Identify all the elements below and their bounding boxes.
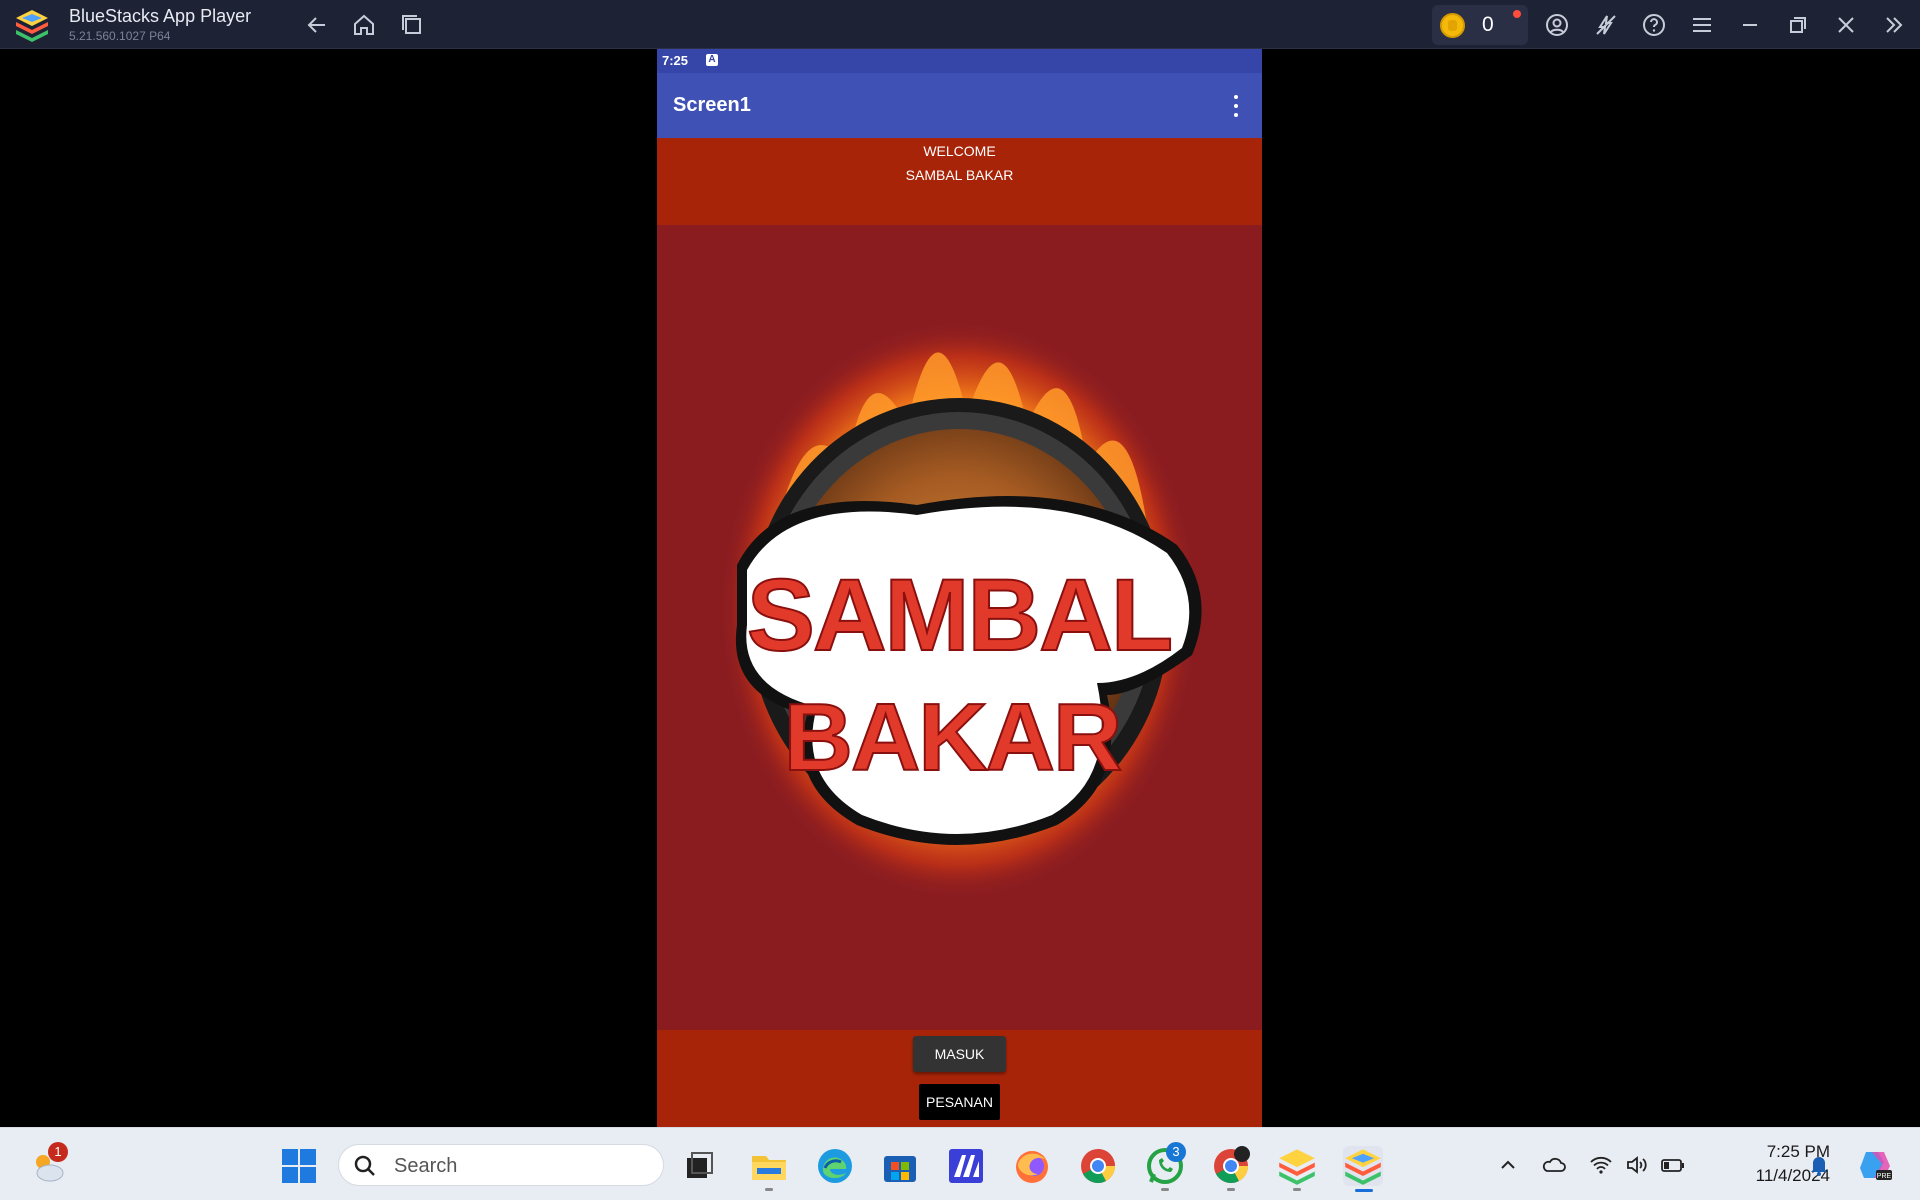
pesanan-button[interactable]: PESANAN — [919, 1084, 1000, 1120]
close-icon — [1838, 17, 1854, 33]
whatsapp-button[interactable]: 3 — [1145, 1142, 1186, 1191]
taskbar-search-input[interactable]: Search — [338, 1144, 664, 1186]
file-explorer-button[interactable] — [749, 1146, 789, 1191]
brand-label: SAMBAL BAKAR — [905, 167, 1014, 183]
app-bar: Screen1 — [657, 73, 1262, 138]
edge-button[interactable] — [815, 1146, 855, 1186]
running-indicator — [765, 1188, 773, 1191]
battery-icon — [1661, 1159, 1684, 1172]
eco-mode-icon — [1596, 15, 1616, 35]
app-button[interactable] — [946, 1146, 986, 1186]
app-title: BlueStacks App Player — [69, 6, 252, 26]
app-icon — [949, 1149, 983, 1183]
search-icon — [354, 1155, 375, 1176]
welcome-label: WELCOME — [923, 143, 996, 159]
ms-store-button[interactable] — [880, 1146, 920, 1186]
copilot-button[interactable]: PRE — [1856, 1146, 1894, 1184]
volume-icon — [1627, 1156, 1647, 1174]
chrome-button[interactable] — [1078, 1146, 1118, 1186]
chevron-up-icon — [1501, 1160, 1515, 1169]
cloud-icon — [1542, 1157, 1566, 1172]
notification-a-icon: A — [706, 54, 718, 66]
restore-button[interactable] — [1782, 9, 1814, 41]
home-button[interactable] — [348, 9, 380, 41]
bluestacks-button[interactable] — [1277, 1146, 1317, 1191]
close-button[interactable] — [1830, 9, 1862, 41]
task-view-button[interactable] — [679, 1146, 719, 1186]
back-icon — [307, 17, 325, 33]
welcome-header: WELCOME SAMBAL BAKAR — [657, 138, 1262, 225]
running-indicator — [1161, 1188, 1169, 1191]
bluestacks-logo-icon — [16, 10, 48, 42]
volume-tray[interactable] — [1624, 1152, 1650, 1178]
battery-tray[interactable] — [1660, 1152, 1686, 1178]
menu-icon — [1693, 18, 1711, 32]
ms-store-icon — [884, 1156, 916, 1182]
start-button[interactable] — [279, 1146, 319, 1186]
recent-apps-icon — [402, 15, 421, 34]
masuk-button[interactable]: MASUK — [913, 1036, 1006, 1072]
weather-badge: 1 — [48, 1142, 68, 1162]
overflow-menu-icon[interactable] — [1230, 93, 1242, 119]
edge-icon — [818, 1149, 852, 1183]
windows-taskbar: 1 Search 3 7:25 PM 11/4/2024 PRE — [0, 1127, 1920, 1200]
firefox-icon — [1016, 1151, 1048, 1183]
coin-count: 0 — [1482, 13, 1494, 36]
eco-mode-button[interactable] — [1590, 9, 1622, 41]
android-status-bar: 7:25 A — [657, 49, 1262, 73]
coin-icon — [1440, 13, 1465, 38]
help-icon — [1643, 14, 1665, 36]
onedrive-tray[interactable] — [1541, 1152, 1567, 1178]
bluestacks-active-button[interactable] — [1343, 1146, 1383, 1192]
app-version: 5.21.560.1027 P64 — [69, 29, 171, 43]
recent-apps-button[interactable] — [396, 9, 428, 41]
running-indicator — [1293, 1188, 1301, 1191]
task-view-icon — [687, 1152, 713, 1178]
help-button[interactable] — [1638, 9, 1670, 41]
menu-button[interactable] — [1686, 9, 1718, 41]
collapse-sidebar-button[interactable] — [1878, 9, 1910, 41]
coin-counter[interactable]: 0 — [1432, 5, 1528, 45]
account-button[interactable] — [1541, 9, 1573, 41]
whatsapp-badge: 3 — [1166, 1142, 1186, 1162]
bell-icon — [1811, 1157, 1827, 1176]
show-hidden-icons-button[interactable] — [1495, 1152, 1521, 1178]
minimize-button[interactable] — [1734, 9, 1766, 41]
back-button[interactable] — [301, 9, 333, 41]
file-explorer-icon — [752, 1156, 786, 1180]
wifi-icon — [1590, 1156, 1612, 1174]
bluestacks-title-bar: BlueStacks App Player 5.21.560.1027 P64 … — [0, 0, 1920, 49]
minimize-icon — [1743, 24, 1757, 26]
chrome-icon — [1081, 1149, 1115, 1183]
wifi-tray[interactable] — [1588, 1152, 1614, 1178]
start-icon — [282, 1149, 316, 1183]
app-bar-title: Screen1 — [673, 94, 751, 116]
home-icon — [354, 14, 374, 35]
copilot-icon: PRE — [1860, 1152, 1892, 1180]
chrome-profile-button[interactable] — [1211, 1146, 1251, 1191]
svg-text:PRE: PRE — [1877, 1173, 1892, 1180]
notification-dot — [1513, 10, 1521, 18]
bluestacks-icon — [1279, 1149, 1315, 1185]
sambal-bakar-logo: SAMBAL BAKAR — [719, 320, 1202, 900]
firefox-button[interactable] — [1012, 1146, 1052, 1186]
bluestacks-active-icon — [1345, 1149, 1381, 1185]
active-indicator — [1355, 1189, 1373, 1192]
weather-widget[interactable]: 1 — [28, 1142, 68, 1186]
notifications-button[interactable] — [1806, 1152, 1832, 1178]
restore-icon — [1790, 17, 1806, 33]
user-icon — [1546, 14, 1568, 36]
logo-container: SAMBAL BAKAR — [657, 225, 1262, 1030]
android-screen: 7:25 A Screen1 WELCOME SAMBAL BAKAR SAMB… — [657, 49, 1262, 1127]
logo-text-line1: SAMBAL — [747, 558, 1171, 672]
search-placeholder: Search — [394, 1155, 458, 1177]
running-indicator — [1227, 1188, 1235, 1191]
chrome-profile-icon — [1214, 1146, 1250, 1183]
logo-text-line2: BAKAR — [784, 684, 1121, 791]
status-time: 7:25 — [662, 53, 689, 68]
collapse-sidebar-icon — [1886, 17, 1903, 33]
